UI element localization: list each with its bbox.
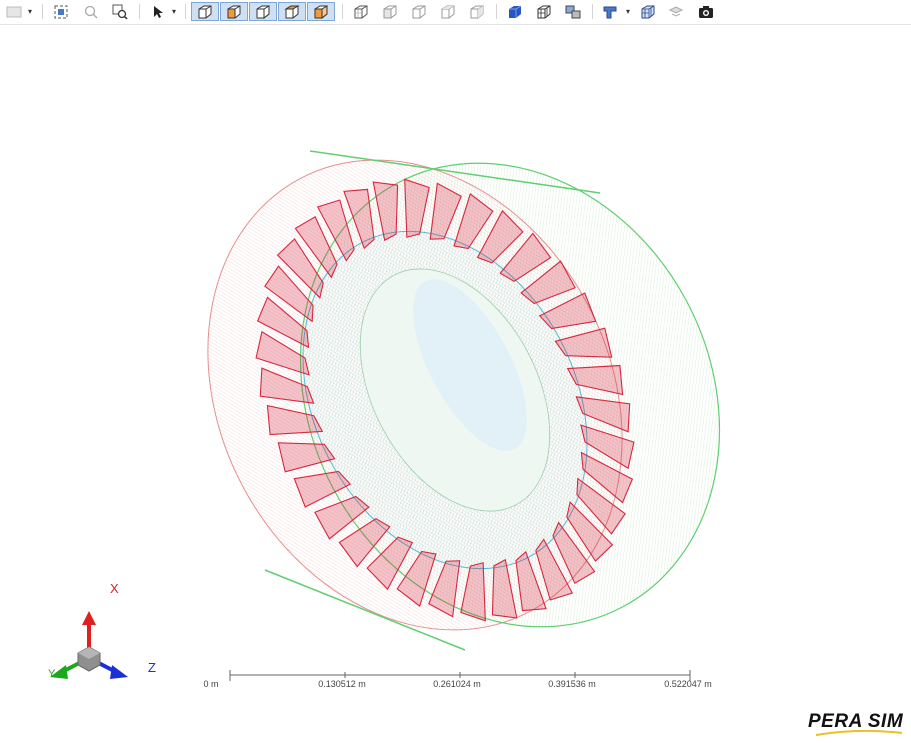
x-arrowhead [82, 611, 96, 625]
view-iso-2-button[interactable] [220, 2, 248, 21]
wire-cube-icon [470, 5, 484, 18]
wire-view-2-button[interactable] [379, 2, 401, 21]
wireframe-cube-icon [537, 5, 551, 18]
logo-swoosh [815, 729, 903, 736]
display-mode-icon [6, 6, 22, 17]
cube-view-icon [256, 4, 270, 19]
scale-tick-label: 0.522047 m [664, 679, 712, 689]
section-button[interactable] [562, 2, 584, 21]
explode-button[interactable] [666, 2, 686, 21]
display-mode-button[interactable] [4, 2, 24, 21]
wire-view-4-button[interactable] [437, 2, 459, 21]
zoom-selection-button[interactable] [81, 2, 101, 21]
wire-view-3-button[interactable] [408, 2, 430, 21]
wire-cube-icon [354, 5, 368, 18]
mesh-cube-icon [641, 5, 655, 18]
zoom-window-button[interactable] [110, 2, 130, 21]
cube-view-icon [198, 5, 212, 18]
mesh-button[interactable] [638, 2, 658, 21]
measure-button[interactable] [600, 2, 620, 21]
measure-icon [603, 6, 617, 18]
view-iso-5-button[interactable] [307, 2, 335, 21]
zoom-selection-icon [84, 5, 98, 19]
toolbar: ▾ ▾ ▾ [0, 0, 911, 25]
cube-view-icon [227, 5, 241, 18]
scale-tick-label: 0.391536 m [548, 679, 596, 689]
wire-cube-icon [383, 5, 397, 18]
view-iso-3-button[interactable] [249, 2, 277, 21]
axis-triad [50, 611, 128, 679]
camera-icon [699, 5, 713, 18]
display-mode-dropdown[interactable]: ▾ [26, 2, 34, 21]
separator [592, 4, 593, 19]
wire-cube-icon [412, 5, 426, 18]
screenshot-button[interactable] [696, 2, 716, 21]
z-axis-label: Z [148, 660, 156, 675]
wire-cube-icon [441, 5, 455, 18]
y-axis-label: Y [48, 668, 56, 680]
zoom-window-icon [112, 4, 128, 20]
select-dropdown[interactable]: ▾ [170, 2, 178, 21]
separator [42, 4, 43, 19]
wireframe-button[interactable] [533, 2, 555, 21]
view-iso-1-button[interactable] [191, 2, 219, 21]
scale-tick-label: 0.130512 m [318, 679, 366, 689]
wire-view-5-button[interactable] [466, 2, 488, 21]
shaded-cube-icon [509, 5, 522, 18]
separator [185, 4, 186, 19]
separator [496, 4, 497, 19]
shaded-button[interactable] [504, 2, 526, 21]
separator [139, 4, 140, 19]
pointer-icon [154, 5, 163, 18]
x-axis-label: X [110, 581, 119, 596]
view-iso-4-button[interactable] [278, 2, 306, 21]
scale-tick-label: 0.261024 m [433, 679, 481, 689]
wire-view-1-button[interactable] [350, 2, 372, 21]
scale-tick-label: 0 m [203, 679, 219, 689]
cube-view-icon [314, 4, 328, 19]
section-cubes-icon [565, 5, 581, 18]
z-arrowhead [110, 665, 128, 679]
separator [342, 4, 343, 19]
zoom-fit-button[interactable] [51, 2, 71, 21]
explode-icon [668, 5, 684, 17]
zoom-fit-icon [54, 5, 68, 18]
turbine-model[interactable] [128, 87, 799, 703]
cube-view-icon [284, 5, 300, 18]
select-pointer-button[interactable] [150, 2, 166, 21]
measure-dropdown[interactable]: ▾ [624, 2, 632, 21]
3d-viewport[interactable] [0, 25, 911, 743]
